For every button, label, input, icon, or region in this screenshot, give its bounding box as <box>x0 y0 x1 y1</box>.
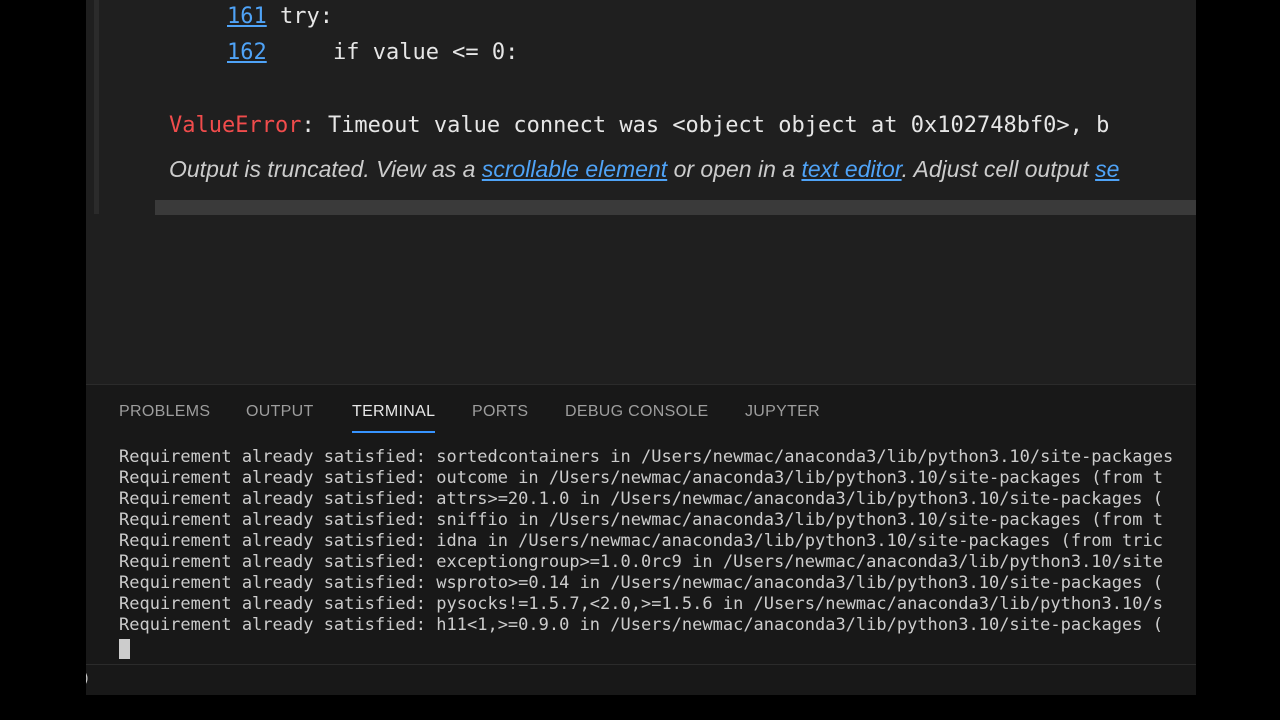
terminal-output[interactable]: Requirement already satisfied: sortedcon… <box>119 447 1196 636</box>
output-horizontal-scrollbar[interactable] <box>155 200 1196 215</box>
tab-ports[interactable]: PORTS <box>472 385 528 435</box>
bottom-panel: PROBLEMS OUTPUT TERMINAL PORTS DEBUG CON… <box>86 384 1196 665</box>
terminal-line: Requirement already satisfied: wsproto>=… <box>119 573 1163 593</box>
tab-output[interactable]: OUTPUT <box>246 385 314 435</box>
terminal-line: Requirement already satisfied: idna in /… <box>119 531 1163 551</box>
code-text: if value <= 0: <box>280 40 519 65</box>
truncated-text: or open in a <box>667 156 802 182</box>
vscode-window: 161 try: 162 if value <= 0: ValueError: … <box>86 0 1196 695</box>
terminal-cursor <box>119 639 130 659</box>
status-glyph: ) <box>86 671 90 687</box>
error-name: ValueError <box>169 113 302 138</box>
settings-link[interactable]: se <box>1095 156 1119 182</box>
terminal-line: Requirement already satisfied: outcome i… <box>119 468 1163 488</box>
truncated-text: . Adjust cell output <box>901 156 1096 182</box>
terminal-line: Requirement already satisfied: sortedcon… <box>119 447 1174 467</box>
code-text: try: <box>280 4 333 29</box>
terminal-line: Requirement already satisfied: sniffio i… <box>119 510 1163 530</box>
scrollable-element-link[interactable]: scrollable element <box>482 156 667 182</box>
terminal-line: Requirement already satisfied: attrs>=20… <box>119 489 1163 509</box>
notebook-editor: 161 try: 162 if value <= 0: ValueError: … <box>86 0 1196 384</box>
status-bar: ) <box>86 664 1196 695</box>
line-number-link[interactable]: 162 <box>227 40 267 65</box>
tab-debug-console[interactable]: DEBUG CONSOLE <box>565 385 709 435</box>
panel-tabs: PROBLEMS OUTPUT TERMINAL PORTS DEBUG CON… <box>86 385 1196 435</box>
cell-focus-bar <box>94 0 99 214</box>
terminal-line: Requirement already satisfied: h11<1,>=0… <box>119 615 1163 635</box>
terminal-line: Requirement already satisfied: exception… <box>119 552 1163 572</box>
traceback-code-line: 161 try: <box>227 2 333 32</box>
truncated-text: Output is truncated. View as a <box>169 156 482 182</box>
tab-problems[interactable]: PROBLEMS <box>119 385 210 435</box>
terminal-line: Requirement already satisfied: pysocks!=… <box>119 594 1163 614</box>
tab-jupyter[interactable]: JUPYTER <box>745 385 820 435</box>
traceback-code-line: 162 if value <= 0: <box>227 38 518 68</box>
error-message-line: ValueError: Timeout value connect was <o… <box>169 110 1109 142</box>
output-truncated-notice: Output is truncated. View as a scrollabl… <box>169 153 1119 185</box>
error-message: : Timeout value connect was <object obje… <box>301 113 1110 138</box>
tab-terminal[interactable]: TERMINAL <box>352 385 436 435</box>
line-number-link[interactable]: 161 <box>227 4 267 29</box>
text-editor-link[interactable]: text editor <box>801 156 901 182</box>
